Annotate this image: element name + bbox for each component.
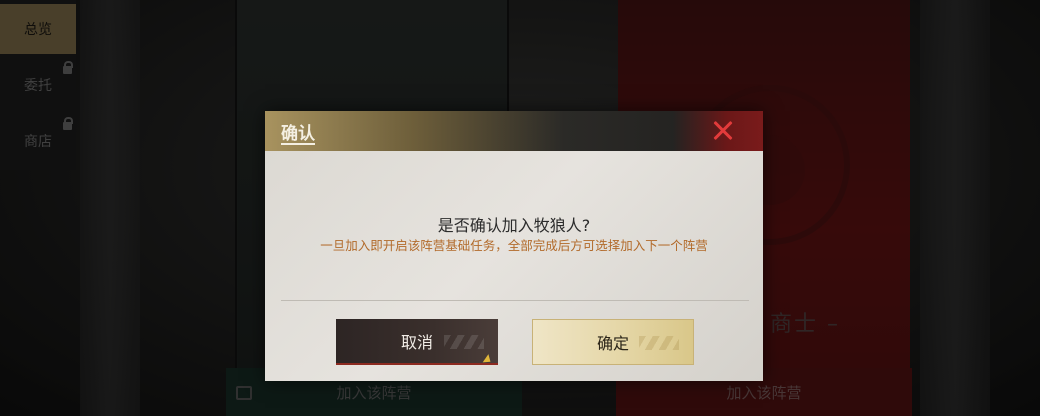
cancel-button-label: 取消: [400, 333, 433, 352]
dialog-header: 确认: [265, 111, 763, 151]
dialog-title: 确认: [281, 124, 315, 144]
dialog-question: 是否确认加入牧狼人?: [437, 216, 591, 235]
confirm-button[interactable]: 确定: [532, 319, 694, 365]
confirm-button-label: 确定: [596, 334, 629, 353]
close-button[interactable]: [709, 117, 737, 145]
confirm-dialog: 确认 是否确认加入牧狼人? 一旦加入即开启该阵营基础任务，全部完成后方可选择加入…: [265, 111, 763, 381]
title-underline: [281, 143, 315, 145]
cancel-button[interactable]: 取消: [336, 319, 498, 365]
dialog-subtitle: 一旦加入即开启该阵营基础任务，全部完成后方可选择加入下一个阵营: [320, 238, 708, 253]
close-icon: [709, 117, 737, 145]
button-stripes: [639, 336, 679, 350]
button-stripes: [444, 335, 484, 349]
divider: [281, 300, 749, 301]
